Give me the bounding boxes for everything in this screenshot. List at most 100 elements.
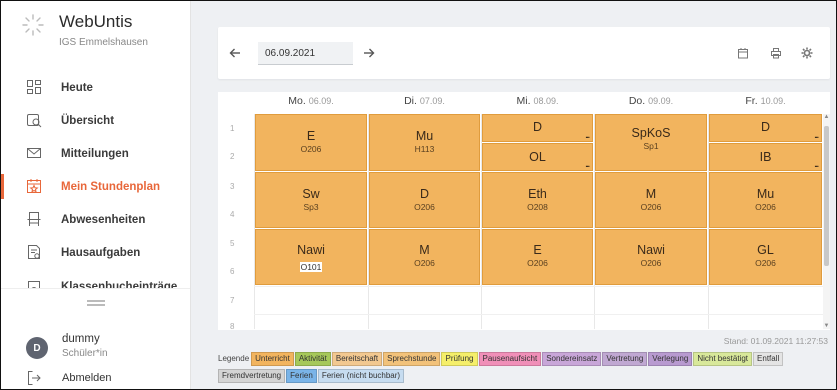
- legend-item-sprechstunde: Sprechstunde: [383, 352, 441, 366]
- grid-line: [254, 286, 823, 287]
- settings-button[interactable]: [798, 44, 816, 62]
- day-header-di: Di. 07.09.: [404, 95, 445, 107]
- last-updated: Stand: 01.09.2021 11:27:53: [723, 336, 828, 346]
- drag-handle-icon: [86, 299, 105, 306]
- lesson-fr-1b[interactable]: IB...: [709, 143, 822, 171]
- sidebar-item-label: Mitteilungen: [61, 147, 129, 160]
- hour-label: 6: [230, 267, 235, 276]
- lesson-fr-1a[interactable]: D...: [709, 114, 822, 142]
- legend-item-bereitschaft: Bereitschaft: [331, 352, 383, 366]
- lesson-mi-3[interactable]: Eth O208: [482, 172, 593, 228]
- sidebar-item-label: Heute: [61, 81, 93, 94]
- legend: Legende Unterricht Aktivität Bereitschaft Sp…: [218, 352, 830, 386]
- scroll-up-icon[interactable]: ▲: [823, 114, 830, 120]
- sidebar-item-hausaufgaben[interactable]: Hausaufgaben: [1, 236, 190, 269]
- sidebar-item-label: Mein Stundenplan: [61, 180, 161, 193]
- legend-item-unterricht: Unterricht: [251, 352, 294, 366]
- hour-label: 7: [230, 296, 235, 305]
- sidebar-item-heute[interactable]: Heute: [1, 71, 190, 104]
- hour-label: 3: [230, 182, 235, 191]
- lesson-mi-1a[interactable]: D...: [482, 114, 593, 142]
- legend-title: Legende: [218, 354, 250, 363]
- sidebar-item-abwesenheiten[interactable]: Abwesenheiten: [1, 203, 190, 236]
- logout-icon: [26, 370, 42, 386]
- scrollbar-thumb[interactable]: [824, 126, 829, 266]
- sidebar-item-uebersicht[interactable]: Übersicht: [1, 104, 190, 137]
- mail-icon: [26, 145, 42, 161]
- lesson-di-1[interactable]: Mu H113: [369, 114, 480, 171]
- calendar-icon: [738, 48, 748, 59]
- day-header-fr: Fr. 10.09.: [745, 95, 786, 107]
- gear-icon: [801, 47, 813, 59]
- more-icon[interactable]: ...: [814, 160, 819, 169]
- timetable-toolbar: [218, 27, 830, 79]
- hour-label: 2: [230, 152, 235, 161]
- more-icon[interactable]: ...: [585, 131, 590, 140]
- user-name: dummy: [62, 333, 100, 345]
- sidebar-item-label: Hausaufgaben: [61, 246, 141, 259]
- lesson-do-3[interactable]: M O206: [595, 172, 707, 228]
- homework-icon: [26, 244, 42, 260]
- arrow-left-icon: [229, 48, 240, 58]
- lesson-mo-1[interactable]: E O206: [255, 114, 367, 171]
- more-icon[interactable]: ...: [814, 131, 819, 140]
- day-header-mi: Mi. 08.09.: [516, 95, 559, 107]
- avatar[interactable]: D: [26, 337, 48, 359]
- search-overview-icon: [26, 112, 42, 128]
- hour-label: 5: [230, 239, 235, 248]
- legend-item-verlegung: Verlegung: [648, 352, 693, 366]
- hour-label: 1: [230, 124, 235, 133]
- lesson-di-5[interactable]: M O206: [369, 229, 480, 285]
- sidebar-item-label: Abwesenheiten: [61, 213, 146, 226]
- day-header-mo: Mo. 06.09.: [288, 95, 334, 107]
- app-window: WebUntis IGS Emmelshausen Heute Übersich…: [0, 0, 837, 390]
- lesson-mo-3[interactable]: Sw Sp3: [255, 172, 367, 228]
- logout-label: Abmelden: [62, 372, 112, 384]
- logout-button[interactable]: Abmelden: [1, 367, 190, 389]
- sidebar-resize-handle[interactable]: [1, 288, 190, 316]
- legend-item-ferien: Ferien: [286, 369, 317, 383]
- lesson-mo-5[interactable]: Nawi O101: [255, 229, 367, 285]
- grid-line: [254, 314, 823, 315]
- day-header-do: Do. 09.09.: [628, 95, 674, 107]
- hour-label: 4: [230, 210, 235, 219]
- sidebar-item-mitteilungen[interactable]: Mitteilungen: [1, 137, 190, 170]
- sidebar-nav: Heute Übersicht Mitteilungen Mein Stunde…: [1, 71, 190, 302]
- date-picker-input[interactable]: [258, 42, 353, 65]
- calendar-icon: [26, 178, 42, 194]
- hour-label: 8: [230, 322, 235, 331]
- legend-item-nicht-bestaetigt: Nicht bestätigt: [693, 352, 753, 366]
- user-panel: D dummy Schüler*in Abmelden: [1, 321, 190, 389]
- legend-item-aktivitaet: Aktivität: [294, 352, 331, 366]
- lesson-di-3[interactable]: D O206: [369, 172, 480, 228]
- lesson-do-1[interactable]: SpKoS Sp1: [595, 114, 707, 171]
- calendar-button[interactable]: [734, 44, 752, 62]
- legend-item-pausenaufsicht: Pausenaufsicht: [478, 352, 542, 366]
- webuntis-logo-icon: [22, 14, 44, 36]
- user-role: Schüler*in: [62, 348, 108, 359]
- legend-item-sondereinsatz: Sondereinsatz: [542, 352, 602, 366]
- lesson-fr-5[interactable]: GL O206: [709, 229, 822, 285]
- timetable: Mo. 06.09. Di. 07.09. Mi. 08.09. Do. 09.…: [218, 92, 830, 331]
- legend-item-pruefung: Prüfung: [441, 352, 478, 366]
- legend-item-ferien-nicht-buchbar: Ferien (nicht buchbar): [317, 369, 405, 383]
- school-name: IGS Emmelshausen: [59, 37, 148, 48]
- sidebar-item-mein-stundenplan[interactable]: Mein Stundenplan: [1, 170, 190, 203]
- arrow-right-icon: [364, 48, 375, 58]
- lesson-fr-3[interactable]: Mu O206: [709, 172, 822, 228]
- lesson-mi-1b[interactable]: OL...: [482, 143, 593, 171]
- lesson-mi-5[interactable]: E O206: [482, 229, 593, 285]
- app-title: WebUntis: [59, 12, 133, 31]
- sidebar-item-label: Übersicht: [61, 114, 115, 127]
- previous-week-button[interactable]: [226, 44, 244, 62]
- timetable-grid: E O206 Mu H113 D... OL... SpKoS Sp1 D... IB…: [254, 114, 823, 329]
- legend-item-vertretung: Vertretung: [602, 352, 648, 366]
- timetable-scrollbar[interactable]: ▲ ▼: [823, 114, 830, 329]
- next-week-button[interactable]: [360, 44, 378, 62]
- dashboard-icon: [26, 79, 42, 95]
- scroll-down-icon[interactable]: ▼: [823, 323, 830, 329]
- lesson-do-5[interactable]: Nawi O206: [595, 229, 707, 285]
- printer-icon: [771, 48, 781, 59]
- more-icon[interactable]: ...: [585, 160, 590, 169]
- print-button[interactable]: [767, 44, 785, 62]
